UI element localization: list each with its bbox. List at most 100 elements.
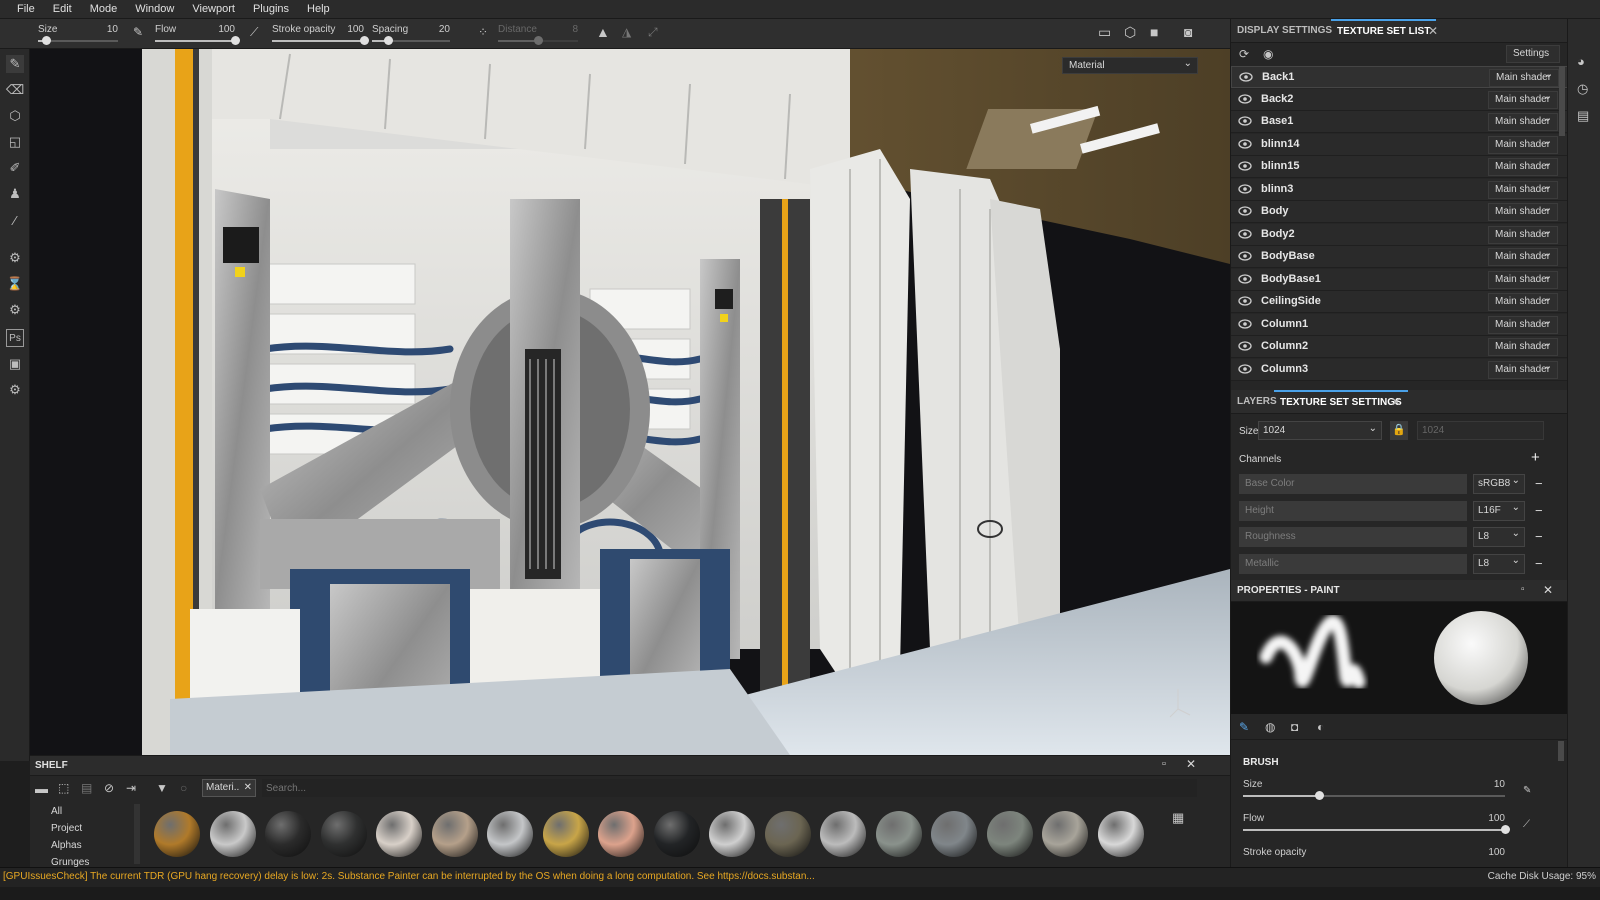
texture-set-row[interactable]: blinn14 Main shader <box>1231 133 1568 156</box>
remove-channel-icon[interactable]: − <box>1535 503 1543 518</box>
eye-icon[interactable] <box>1238 363 1252 374</box>
history-icon[interactable]: ◷ <box>1577 81 1588 97</box>
toolbar-size-slider[interactable]: Size 10 <box>38 22 118 46</box>
brush-tab-icon[interactable]: ✎ <box>1239 720 1249 734</box>
properties-close-icon[interactable]: ✕ <box>1543 583 1553 597</box>
viewport-3d-icon[interactable]: ⬡ <box>1124 24 1136 41</box>
menu-viewport[interactable]: Viewport <box>183 3 244 15</box>
material-thumbnail[interactable] <box>265 811 311 857</box>
eye-icon[interactable] <box>1238 251 1252 261</box>
shader-select[interactable]: Main shader <box>1488 224 1558 244</box>
transform-icon[interactable]: ⤢ <box>648 25 658 40</box>
material-thumbnail[interactable] <box>154 811 200 857</box>
paint-brush-icon[interactable]: ✎ <box>6 55 24 73</box>
channel-format-select[interactable]: L16F <box>1473 499 1525 521</box>
texture-set-row[interactable]: Column3 Main shader <box>1231 358 1568 381</box>
properties-stroke-opacity-slider[interactable]: Stroke opacity 100 <box>1243 845 1505 865</box>
texture-set-row[interactable]: Base1 Main shader <box>1231 111 1568 133</box>
eye-icon[interactable] <box>1238 116 1252 126</box>
texture-set-row[interactable]: Body Main shader <box>1231 201 1568 223</box>
settings-dropdown[interactable]: Settings <box>1506 45 1560 63</box>
material-thumbnail[interactable] <box>376 811 422 857</box>
texture-set-row[interactable]: Body2 Main shader <box>1231 223 1568 246</box>
remove-channel-icon[interactable]: − <box>1535 556 1543 571</box>
clone-icon[interactable]: ♟ <box>6 185 24 203</box>
material-thumbnail[interactable] <box>931 811 977 857</box>
eye-icon[interactable] <box>1238 228 1252 239</box>
eye-icon[interactable] <box>1238 93 1252 104</box>
material-thumbnail[interactable] <box>820 811 866 857</box>
shader-select[interactable]: Main shader <box>1488 156 1558 176</box>
eye-icon[interactable] <box>1238 183 1252 194</box>
shader-select[interactable]: Main shader <box>1488 246 1558 266</box>
texture-set-row[interactable]: BodyBase1 Main shader <box>1231 268 1568 291</box>
material-thumbnail[interactable] <box>320 811 367 857</box>
eye-icon[interactable] <box>1238 161 1252 171</box>
alpha-tab-icon[interactable]: ◍ <box>1265 720 1275 734</box>
material-thumbnail[interactable] <box>598 811 644 857</box>
properties-scrollbar[interactable] <box>1558 741 1564 761</box>
properties-flow-slider[interactable]: Flow 100 <box>1243 811 1510 835</box>
material-thumbnail[interactable] <box>209 811 256 857</box>
eye-icon[interactable] <box>1239 72 1253 82</box>
eye-icon[interactable] <box>1238 318 1252 329</box>
refresh-icon[interactable]: ⟳ <box>1239 47 1249 61</box>
material-thumbnail[interactable] <box>986 811 1033 857</box>
photoshop-icon[interactable]: Ps <box>6 329 24 347</box>
log-icon[interactable]: ▤ <box>1577 108 1589 124</box>
material-thumbnail[interactable] <box>709 811 755 857</box>
channel-format-select[interactable]: L8 <box>1473 525 1525 547</box>
texture-set-row[interactable]: Back2 Main shader <box>1231 88 1568 111</box>
material-thumbnail[interactable] <box>1097 811 1144 857</box>
lock-icon[interactable]: 🔒 <box>1390 421 1408 440</box>
remove-channel-icon[interactable]: − <box>1535 529 1543 544</box>
menu-mode[interactable]: Mode <box>81 3 127 15</box>
menu-plugins[interactable]: Plugins <box>244 3 298 15</box>
material-thumbnail[interactable] <box>875 811 922 857</box>
plugin-icon[interactable]: ⚙ <box>6 381 24 399</box>
texture-set-row[interactable]: Back1 Main shader <box>1231 66 1568 88</box>
material-thumbnail[interactable] <box>487 811 533 857</box>
sequence-icon[interactable]: ⌛ <box>6 275 24 293</box>
menu-file[interactable]: File <box>8 3 44 15</box>
symmetry-icon[interactable]: ▲ <box>596 24 610 40</box>
material-thumbnail[interactable] <box>764 811 811 857</box>
shader-select[interactable]: Main shader <box>1488 314 1558 334</box>
polygon-fill-icon[interactable]: ◱ <box>6 133 24 151</box>
eye-icon[interactable] <box>1238 138 1252 149</box>
shader-select[interactable]: Main shader <box>1488 201 1558 221</box>
shader-select[interactable]: Main shader <box>1488 134 1558 154</box>
screenshot-icon[interactable]: ◙ <box>1184 24 1192 40</box>
export-icon[interactable]: ▣ <box>6 355 24 373</box>
texture-set-scrollbar[interactable] <box>1559 66 1565 136</box>
smudge-icon[interactable]: ✐ <box>6 159 24 177</box>
material-thumbnail[interactable] <box>542 811 589 857</box>
tab-display-settings[interactable]: DISPLAY SETTINGS <box>1231 19 1338 43</box>
shader-settings-icon[interactable]: ◕ <box>1577 54 1585 69</box>
eraser-icon[interactable]: ⌫ <box>6 81 24 99</box>
channel-name[interactable]: Roughness <box>1239 527 1467 547</box>
shader-select[interactable]: Main shader <box>1489 67 1559 87</box>
properties-float-icon[interactable]: ▫ <box>1521 584 1525 595</box>
shader-select[interactable]: Main shader <box>1488 89 1558 109</box>
flow-pressure-icon[interactable]: ⟋ <box>250 25 258 40</box>
stencil-tab-icon[interactable]: ◘ <box>1291 720 1298 734</box>
material-thumbnail[interactable] <box>653 811 700 857</box>
symmetry-options-icon[interactable]: ◮ <box>622 25 631 39</box>
bake-icon[interactable]: ⚙ <box>6 249 24 267</box>
shader-select[interactable]: Main shader <box>1488 111 1558 131</box>
material-thumbnail[interactable] <box>431 811 478 857</box>
projection-icon[interactable]: ⬡ <box>6 107 24 125</box>
eye-icon[interactable] <box>1238 296 1252 306</box>
toolbar-spacing-slider[interactable]: Spacing 20 <box>372 22 450 46</box>
color-picker-icon[interactable]: ⁄ <box>6 211 24 229</box>
settings-icon[interactable]: ⚙ <box>6 301 24 319</box>
shader-select[interactable]: Main shader <box>1488 336 1558 356</box>
channel-name[interactable]: Base Color <box>1239 474 1467 494</box>
viewport-mode-select[interactable]: Material ⌄ <box>1062 57 1198 74</box>
pen-pressure-icon[interactable]: ✎ <box>133 25 143 39</box>
camera-icon[interactable]: ■ <box>1150 24 1158 40</box>
status-message[interactable]: [GPUIssuesCheck] The current TDR (GPU ha… <box>3 871 815 882</box>
eye-icon[interactable] <box>1238 341 1252 351</box>
texture-set-row[interactable]: CeilingSide Main shader <box>1231 291 1568 313</box>
